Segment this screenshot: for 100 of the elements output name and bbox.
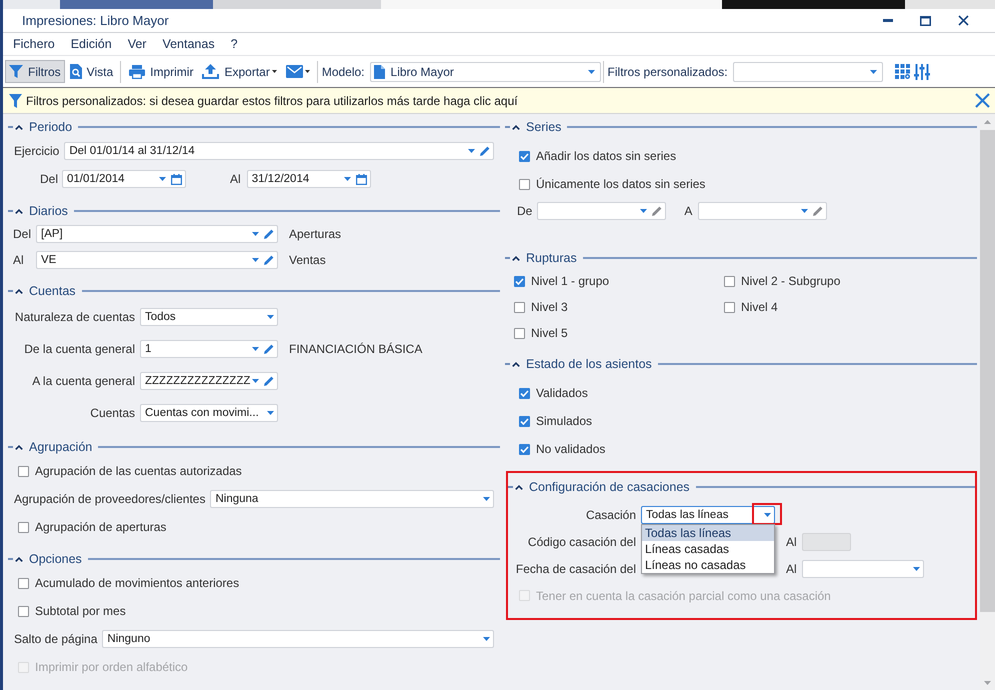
field-label: Al bbox=[13, 253, 25, 267]
field-label: Ejercicio bbox=[14, 144, 60, 158]
pencil-icon[interactable] bbox=[813, 206, 824, 216]
export-button[interactable]: Exportar bbox=[198, 60, 281, 83]
dropdown-option[interactable]: Todas las líneas bbox=[642, 524, 774, 540]
checkbox[interactable] bbox=[519, 416, 530, 426]
caret-up-icon[interactable] bbox=[15, 444, 23, 450]
caret-up-icon[interactable] bbox=[15, 124, 23, 130]
dropdown-field[interactable]: Ninguno bbox=[102, 630, 494, 648]
checkbox-label: No validados bbox=[536, 442, 606, 456]
checkbox[interactable] bbox=[514, 276, 525, 286]
dropdown-option[interactable]: Líneas no casadas bbox=[642, 556, 774, 572]
maximize-icon[interactable] bbox=[920, 16, 931, 26]
checkbox[interactable] bbox=[724, 276, 735, 286]
dropdown-field[interactable] bbox=[732, 62, 883, 82]
caret-up-icon[interactable] bbox=[15, 288, 23, 294]
menu-item[interactable]: Fichero bbox=[5, 37, 63, 51]
filter-button[interactable]: Filtros bbox=[5, 60, 65, 83]
info-message[interactable]: Filtros personalizados: si desea guardar estos filtros para utilizarlos más tarde haga clic aquí bbox=[26, 94, 518, 108]
dropdown-arrow-icon[interactable] bbox=[159, 177, 166, 181]
caret-up-icon[interactable] bbox=[15, 208, 23, 214]
dropdown-arrow-icon[interactable] bbox=[801, 209, 808, 213]
dropdown-field[interactable]: [AP] bbox=[36, 225, 278, 243]
dropdown-arrow-icon[interactable] bbox=[483, 497, 490, 501]
pencil-icon[interactable] bbox=[264, 376, 274, 386]
checkbox-label: Simulados bbox=[536, 414, 592, 428]
checkbox-label: Subtotal por mes bbox=[35, 604, 126, 618]
dropdown-field[interactable]: Cuentas con movimi... bbox=[140, 404, 278, 422]
dropdown-field[interactable]: Todos bbox=[140, 308, 278, 326]
date-field[interactable]: 01/01/2014 bbox=[62, 170, 186, 188]
scrollbar-thumb[interactable] bbox=[980, 130, 995, 612]
menu-item[interactable]: ? bbox=[222, 37, 246, 51]
checkbox[interactable] bbox=[514, 302, 525, 312]
sliders-icon[interactable] bbox=[914, 64, 930, 80]
checkbox[interactable] bbox=[519, 444, 530, 454]
pencil-icon[interactable] bbox=[652, 206, 662, 216]
checkbox[interactable] bbox=[519, 150, 530, 162]
checkmark-icon bbox=[520, 418, 529, 424]
caret-up-icon[interactable] bbox=[15, 556, 23, 562]
checkbox[interactable] bbox=[514, 328, 525, 338]
dropdown-arrow-icon[interactable] bbox=[483, 637, 490, 641]
caret-up-icon[interactable] bbox=[512, 256, 520, 260]
grid-settings-icon[interactable] bbox=[894, 64, 910, 79]
pencil-icon[interactable] bbox=[264, 229, 274, 239]
print-button[interactable]: Imprimir bbox=[125, 60, 198, 83]
dropdown-arrow-icon[interactable] bbox=[252, 347, 259, 351]
caret-up-icon[interactable] bbox=[512, 124, 520, 130]
dropdown-field[interactable]: VE bbox=[36, 251, 278, 269]
close-icon[interactable] bbox=[975, 93, 990, 108]
checkbox[interactable] bbox=[18, 466, 29, 476]
caret-up-icon[interactable] bbox=[512, 362, 520, 366]
calendar-icon[interactable] bbox=[171, 174, 182, 184]
caret-up-icon[interactable] bbox=[515, 484, 523, 490]
dropdown-arrow-icon[interactable] bbox=[468, 149, 475, 153]
dropdown-arrow-icon[interactable] bbox=[640, 209, 648, 213]
checkbox[interactable] bbox=[519, 178, 530, 190]
checkbox-label: Nivel 3 bbox=[531, 300, 568, 314]
dropdown-arrow-icon[interactable] bbox=[252, 258, 259, 262]
dropdown-field[interactable] bbox=[698, 202, 828, 220]
field-label: Casación bbox=[584, 508, 636, 522]
preview-button[interactable]: Vista bbox=[66, 60, 118, 83]
dropdown-arrow-icon[interactable] bbox=[267, 315, 274, 319]
dropdown-arrow-icon[interactable] bbox=[912, 566, 920, 570]
checkbox[interactable] bbox=[519, 388, 530, 398]
dropdown-field[interactable] bbox=[537, 202, 666, 220]
calendar-icon[interactable] bbox=[356, 174, 367, 184]
dropdown-option[interactable]: Líneas casadas bbox=[642, 540, 774, 556]
dropdown-arrow-icon[interactable] bbox=[267, 411, 274, 415]
checkbox[interactable] bbox=[18, 578, 29, 588]
checkbox[interactable] bbox=[18, 606, 29, 616]
menu-item[interactable]: Ventanas bbox=[154, 37, 223, 51]
document-icon bbox=[374, 64, 385, 78]
pencil-icon[interactable] bbox=[480, 146, 490, 156]
checkbox-label: Nivel 5 bbox=[531, 326, 568, 340]
dropdown-arrow-icon[interactable] bbox=[252, 379, 259, 383]
dropdown-arrow-icon[interactable] bbox=[870, 70, 877, 74]
menu-item[interactable]: Edición bbox=[62, 37, 120, 51]
date-field[interactable]: 31/12/2014 bbox=[246, 170, 371, 188]
dropdown-field[interactable] bbox=[802, 560, 924, 578]
dropdown-field[interactable]: Ninguna bbox=[210, 490, 494, 508]
checkbox[interactable] bbox=[18, 522, 29, 532]
pencil-icon[interactable] bbox=[264, 255, 274, 265]
dropdown-arrow-icon[interactable] bbox=[344, 177, 351, 181]
dropdown-arrow-icon[interactable] bbox=[588, 70, 595, 74]
pencil-icon[interactable] bbox=[264, 344, 274, 354]
arrow-down-icon[interactable] bbox=[984, 681, 991, 685]
dropdown-arrow-icon[interactable] bbox=[252, 232, 259, 236]
dropdown-field[interactable]: 1 bbox=[140, 340, 278, 358]
checkbox[interactable] bbox=[724, 302, 735, 312]
arrow-up-icon[interactable] bbox=[984, 120, 991, 124]
description-text: Ventas bbox=[289, 253, 326, 267]
dropdown-field[interactable]: ZZZZZZZZZZZZZZZ bbox=[140, 372, 278, 390]
checkbox-label: Agrupación de aperturas bbox=[35, 520, 166, 534]
dropdown-field[interactable]: Libro Mayor bbox=[370, 62, 601, 82]
dropdown-field[interactable]: Todas las líneas bbox=[641, 506, 775, 524]
field-label: Del bbox=[13, 227, 32, 241]
dropdown-field[interactable]: Del 01/01/14 al 31/12/14 bbox=[64, 142, 494, 160]
close-icon[interactable] bbox=[958, 15, 969, 26]
menu-item[interactable]: Ver bbox=[120, 37, 154, 51]
dropdown-arrow-icon[interactable] bbox=[764, 512, 771, 516]
